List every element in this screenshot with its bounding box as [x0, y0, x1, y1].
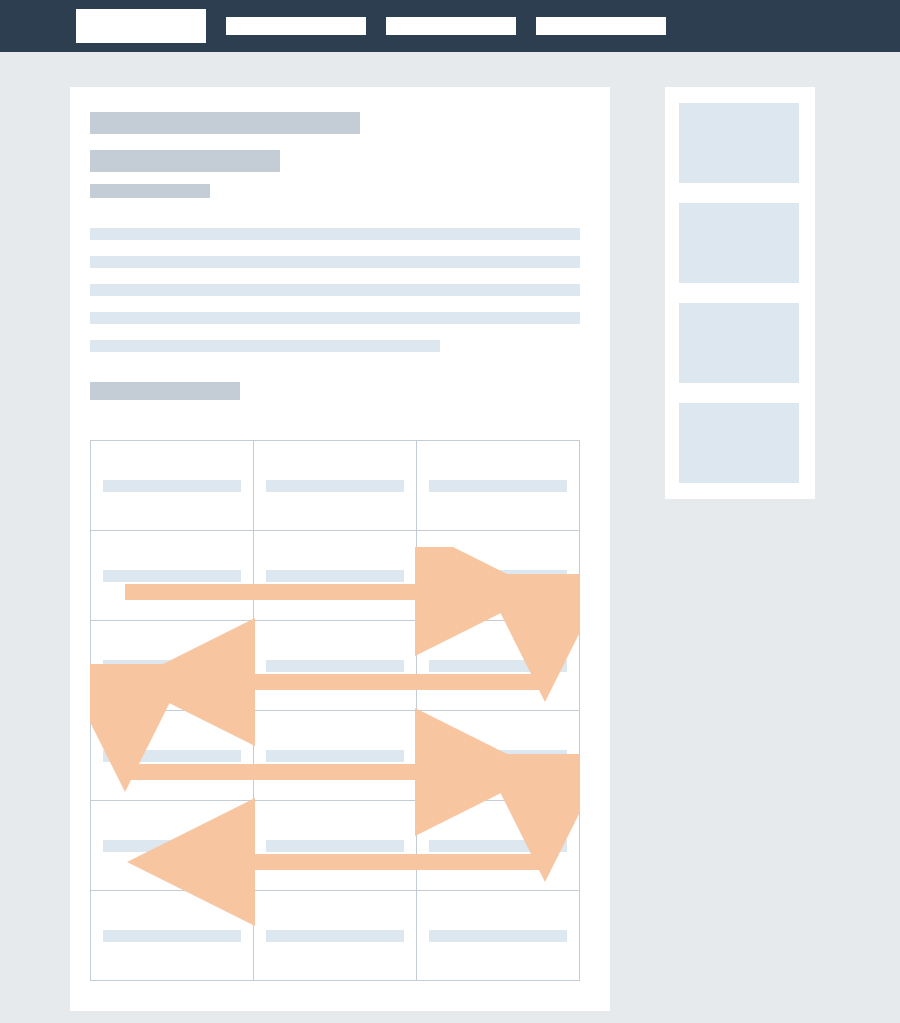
subtitle-placeholder — [90, 150, 280, 172]
cell-placeholder — [103, 750, 241, 762]
topbar — [0, 0, 900, 52]
table-cell — [417, 801, 580, 891]
table-cell — [254, 531, 417, 621]
cell-placeholder — [103, 840, 241, 852]
cell-placeholder — [266, 480, 404, 492]
nav-item-3[interactable] — [536, 17, 666, 35]
body-line — [90, 284, 580, 296]
cell-placeholder — [429, 480, 567, 492]
table-cell — [417, 441, 580, 531]
section-heading-placeholder — [90, 382, 240, 400]
cell-placeholder — [103, 660, 241, 672]
table-row — [91, 441, 580, 531]
cell-placeholder — [103, 480, 241, 492]
cell-placeholder — [429, 750, 567, 762]
sidebar-tile[interactable] — [679, 303, 799, 383]
cell-placeholder — [429, 930, 567, 942]
table-cell — [91, 801, 254, 891]
cell-placeholder — [266, 840, 404, 852]
table-row — [91, 531, 580, 621]
page-body — [0, 52, 900, 1011]
table-cell — [254, 801, 417, 891]
cell-placeholder — [429, 660, 567, 672]
table-row — [91, 621, 580, 711]
nav-item-1[interactable] — [226, 17, 366, 35]
table-cell — [417, 891, 580, 981]
table-cell — [254, 621, 417, 711]
body-line — [90, 312, 580, 324]
table-cell — [91, 441, 254, 531]
table-cell — [417, 531, 580, 621]
table-cell — [91, 621, 254, 711]
table-cell — [254, 441, 417, 531]
table-row — [91, 801, 580, 891]
cell-placeholder — [429, 570, 567, 582]
cell-placeholder — [429, 840, 567, 852]
table-cell — [417, 711, 580, 801]
table-row — [91, 891, 580, 981]
table-cell — [91, 531, 254, 621]
nav-item-2[interactable] — [386, 17, 516, 35]
main-content-card — [70, 87, 610, 1011]
table-cell — [254, 891, 417, 981]
cell-placeholder — [266, 570, 404, 582]
cell-placeholder — [266, 660, 404, 672]
cell-placeholder — [103, 930, 241, 942]
table-cell — [417, 621, 580, 711]
table-cell — [91, 711, 254, 801]
sidebar-tile[interactable] — [679, 403, 799, 483]
sidebar-tile[interactable] — [679, 103, 799, 183]
page-title-placeholder — [90, 112, 360, 134]
table-cell — [91, 891, 254, 981]
table-cell — [254, 711, 417, 801]
cell-placeholder — [266, 930, 404, 942]
logo-placeholder[interactable] — [76, 9, 206, 43]
table-row — [91, 711, 580, 801]
sidebar — [665, 87, 815, 499]
body-line — [90, 228, 580, 240]
body-line — [90, 340, 440, 352]
cell-placeholder — [266, 750, 404, 762]
body-line — [90, 256, 580, 268]
cell-placeholder — [103, 570, 241, 582]
meta-placeholder — [90, 184, 210, 198]
data-table — [90, 440, 580, 981]
sidebar-tile[interactable] — [679, 203, 799, 283]
